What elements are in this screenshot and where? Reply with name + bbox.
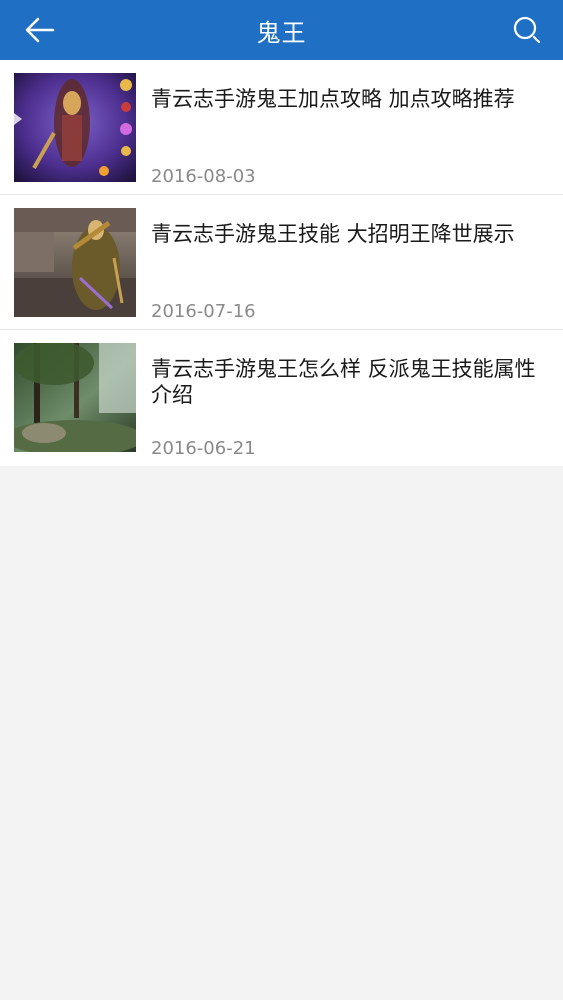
search-icon (513, 16, 541, 44)
article-thumbnail (14, 73, 136, 182)
article-title: 青云志手游鬼王加点攻略 加点攻略推荐 (151, 87, 515, 111)
search-button[interactable] (509, 12, 545, 48)
arrow-left-icon (25, 17, 55, 43)
article-item[interactable]: 青云志手游鬼王怎么样 反派鬼王技能属性介绍 2016-06-21 (0, 330, 563, 466)
article-date: 2016-06-21 (151, 438, 256, 459)
article-item[interactable]: 青云志手游鬼王技能 大招明王降世展示 2016-07-16 (0, 195, 563, 330)
app-root: 鬼王 青云志手游鬼王加点攻略 加点攻略推荐 2016-08-03 青云志手游鬼王… (0, 0, 563, 1000)
article-date: 2016-07-16 (151, 301, 256, 322)
article-title: 青云志手游鬼王技能 大招明王降世展示 (151, 222, 515, 246)
page-title: 鬼王 (256, 18, 307, 47)
article-title: 青云志手游鬼王怎么样 反派鬼王技能属性介绍 (151, 357, 536, 407)
article-thumbnail (14, 343, 136, 452)
article-date: 2016-08-03 (151, 166, 256, 187)
article-thumbnail (14, 208, 136, 317)
back-button[interactable] (20, 12, 60, 48)
article-list: 青云志手游鬼王加点攻略 加点攻略推荐 2016-08-03 青云志手游鬼王技能 … (0, 60, 563, 466)
top-bar: 鬼王 (0, 0, 563, 60)
article-item[interactable]: 青云志手游鬼王加点攻略 加点攻略推荐 2016-08-03 (0, 60, 563, 195)
